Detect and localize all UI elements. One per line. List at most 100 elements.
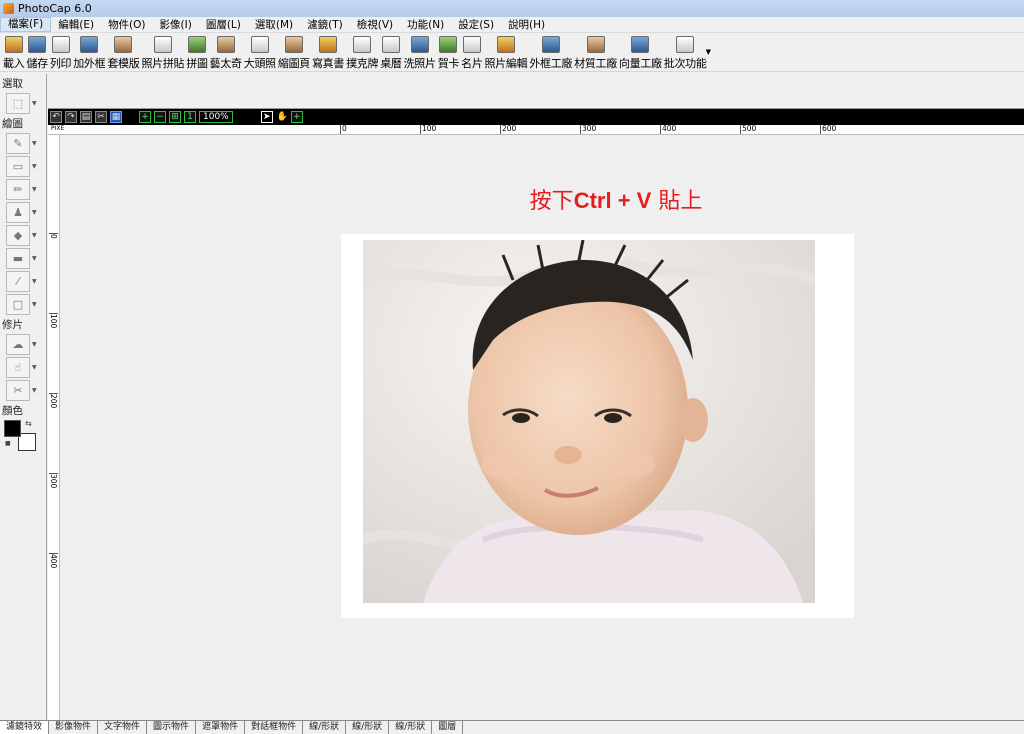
toolbar-button-print-photo[interactable]: 洗照片	[403, 34, 437, 71]
toolbar-button-photo-edit[interactable]: 照片編輯	[484, 34, 529, 71]
tool-options-chevron-icon[interactable]: ▼	[32, 232, 37, 239]
bottom-tab[interactable]: 圖層	[432, 720, 464, 734]
toolbar-button-print[interactable]: 列印	[49, 34, 72, 71]
menu-file[interactable]: 檔案(F)	[0, 17, 52, 32]
v-ruler-tick: 200	[49, 393, 58, 409]
toolbar-button-vector-factory[interactable]: 向量工廠	[618, 34, 663, 71]
toolbar-label: 加外框	[73, 57, 106, 70]
toolbar-button-desk-calendar[interactable]: 桌曆	[379, 34, 402, 71]
toolbar-button-batch[interactable]: 批次功能	[663, 34, 708, 71]
menu-function[interactable]: 功能(N)	[400, 17, 451, 33]
tool-pencil[interactable]: ✏ ▼	[6, 179, 46, 200]
h-ruler-tick: 200	[500, 124, 517, 134]
menu-view[interactable]: 檢視(V)	[350, 17, 400, 33]
add-icon[interactable]: +	[290, 111, 303, 123]
bottom-tab[interactable]: 對話框物件	[245, 720, 304, 734]
bottom-tab[interactable]: 文字物件	[98, 720, 148, 734]
cut-icon[interactable]: ✂	[95, 111, 107, 123]
tool-options-chevron-icon[interactable]: ▼	[32, 301, 37, 308]
tool-options-chevron-icon[interactable]: ▼	[32, 186, 37, 193]
toolbar-label: 載入	[3, 57, 25, 70]
menu-layer[interactable]: 圖層(L)	[199, 17, 248, 33]
photo-book-icon	[319, 36, 338, 53]
copy-icon[interactable]: ▤	[80, 111, 92, 123]
toolbar-button-business-card[interactable]: 名片	[460, 34, 483, 71]
pointer-tool-icon[interactable]: ➤	[260, 111, 273, 123]
v-ruler-tick: 400	[49, 553, 58, 569]
tool-blur[interactable]: ☁ ▼	[6, 334, 46, 355]
zoom-in-icon[interactable]: +	[139, 111, 151, 123]
swap-colors-icon[interactable]: ⇆	[25, 419, 32, 428]
tool-options-chevron-icon[interactable]: ▼	[32, 364, 37, 371]
menu-select[interactable]: 選取(M)	[248, 17, 300, 33]
foreground-color-swatch[interactable]	[4, 420, 21, 437]
toolbar-button-montage[interactable]: 藝太奇	[209, 34, 243, 71]
batch-dropdown-icon[interactable]: ▼	[706, 48, 711, 56]
bottom-tab[interactable]: 線/形狀	[303, 720, 347, 734]
toolbar-button-frame-factory[interactable]: 外框工廠	[528, 34, 573, 71]
redo-icon[interactable]: ↷	[65, 111, 77, 123]
toolbar-button-puzzle[interactable]: 拼圖	[185, 34, 208, 71]
tool-options-chevron-icon[interactable]: ▼	[32, 209, 37, 216]
menu-image[interactable]: 影像(I)	[153, 17, 199, 33]
toolbar-button-save[interactable]: 儲存	[25, 34, 48, 71]
undo-icon[interactable]: ↶	[50, 111, 62, 123]
toolbar-button-open-folder[interactable]: 載入	[2, 34, 25, 71]
menu-object[interactable]: 物件(O)	[101, 17, 152, 33]
blur-icon: ☁	[6, 334, 30, 355]
bottom-tab[interactable]: 線/形狀	[389, 720, 433, 734]
v-ruler-tick: 300	[49, 473, 58, 489]
bottom-tab[interactable]: 線/形狀	[346, 720, 390, 734]
bottom-tab[interactable]: 遮罩物件	[196, 720, 246, 734]
toolbar-button-photo-book[interactable]: 寫真書	[311, 34, 345, 71]
toolbar-button-poker-card[interactable]: 撲克牌	[345, 34, 379, 71]
tool-options-chevron-icon[interactable]: ▼	[32, 163, 37, 170]
tool-options-chevron-icon[interactable]: ▼	[32, 341, 37, 348]
tool-options-chevron-icon[interactable]: ▼	[32, 387, 37, 394]
menu-edit[interactable]: 編輯(E)	[51, 17, 101, 33]
zoom-out-icon[interactable]: −	[154, 111, 166, 123]
tool-brush[interactable]: ✎ ▼	[6, 133, 46, 154]
toolbar-button-template[interactable]: 套模版	[106, 34, 140, 71]
tool-options-chevron-icon[interactable]: ▼	[32, 140, 37, 147]
hand-tool-icon[interactable]: ✋	[275, 111, 288, 123]
bottom-tab[interactable]: 濾鏡特效	[0, 720, 50, 734]
bottom-tab[interactable]: 影像物件	[49, 720, 99, 734]
v-ruler-tick: 0	[49, 233, 58, 239]
tool-marquee[interactable]: ⬚ ▼	[6, 93, 46, 114]
tool-options-chevron-icon[interactable]: ▼	[32, 278, 37, 285]
tool-red-eye[interactable]: ✂ ▼	[6, 380, 46, 401]
tool-options-chevron-icon[interactable]: ▼	[32, 255, 37, 262]
tool-rectangle-shape[interactable]: □ ▼	[6, 294, 46, 315]
tool-clone-stamp[interactable]: ♟ ▼	[6, 202, 46, 223]
actual-size-icon[interactable]: 1	[184, 111, 196, 123]
toolbar-label: 照片編輯	[484, 57, 528, 70]
tool-eraser[interactable]: ▭ ▼	[6, 156, 46, 177]
toolbar-button-id-photo[interactable]: 大頭照	[243, 34, 277, 71]
pasted-photo[interactable]	[363, 240, 815, 603]
toolbar-button-thumbnail-page[interactable]: 縮圖頁	[277, 34, 311, 71]
bottom-tab[interactable]: 圖示物件	[147, 720, 197, 734]
toolbar-label: 儲存	[26, 57, 48, 70]
paste-hint-keys: Ctrl + V	[573, 188, 652, 213]
toolbar-button-greeting-card[interactable]: 賀卡	[437, 34, 460, 71]
paste-hint-suffix: 貼上	[651, 189, 703, 214]
tool-eyedropper[interactable]: ⁄ ▼	[6, 271, 46, 292]
toolbar-button-texture-factory[interactable]: 材質工廠	[573, 34, 618, 71]
menu-help[interactable]: 說明(H)	[501, 17, 552, 33]
tool-smudge[interactable]: ☝ ▼	[6, 357, 46, 378]
tool-fill-bucket[interactable]: ◆ ▼	[6, 225, 46, 246]
baby-photo-image	[363, 240, 815, 603]
menu-settings[interactable]: 設定(S)	[451, 17, 501, 33]
zoom-level[interactable]: 100%	[199, 111, 233, 123]
tool-options-chevron-icon[interactable]: ▼	[32, 100, 37, 107]
fit-window-icon[interactable]: ⊞	[169, 111, 181, 123]
toolbar-button-collage[interactable]: 照片拼貼	[140, 34, 185, 71]
main-toolbar: 載入 儲存 列印 加外框 套模版 照片拼貼 拼圖 藝太奇 大頭照 縮圖頁 寫真書 撲克牌 桌曆 洗照片 賀卡…	[0, 34, 1024, 72]
reset-colors-icon[interactable]: ■	[5, 440, 11, 447]
toolbar-button-frame[interactable]: 加外框	[72, 34, 106, 71]
tool-rectangle-fill[interactable]: ▬ ▼	[6, 248, 46, 269]
toolbar-label: 向量工廠	[618, 57, 662, 70]
paste-icon[interactable]: ▦	[110, 111, 122, 123]
menu-filter[interactable]: 濾鏡(T)	[300, 17, 350, 33]
